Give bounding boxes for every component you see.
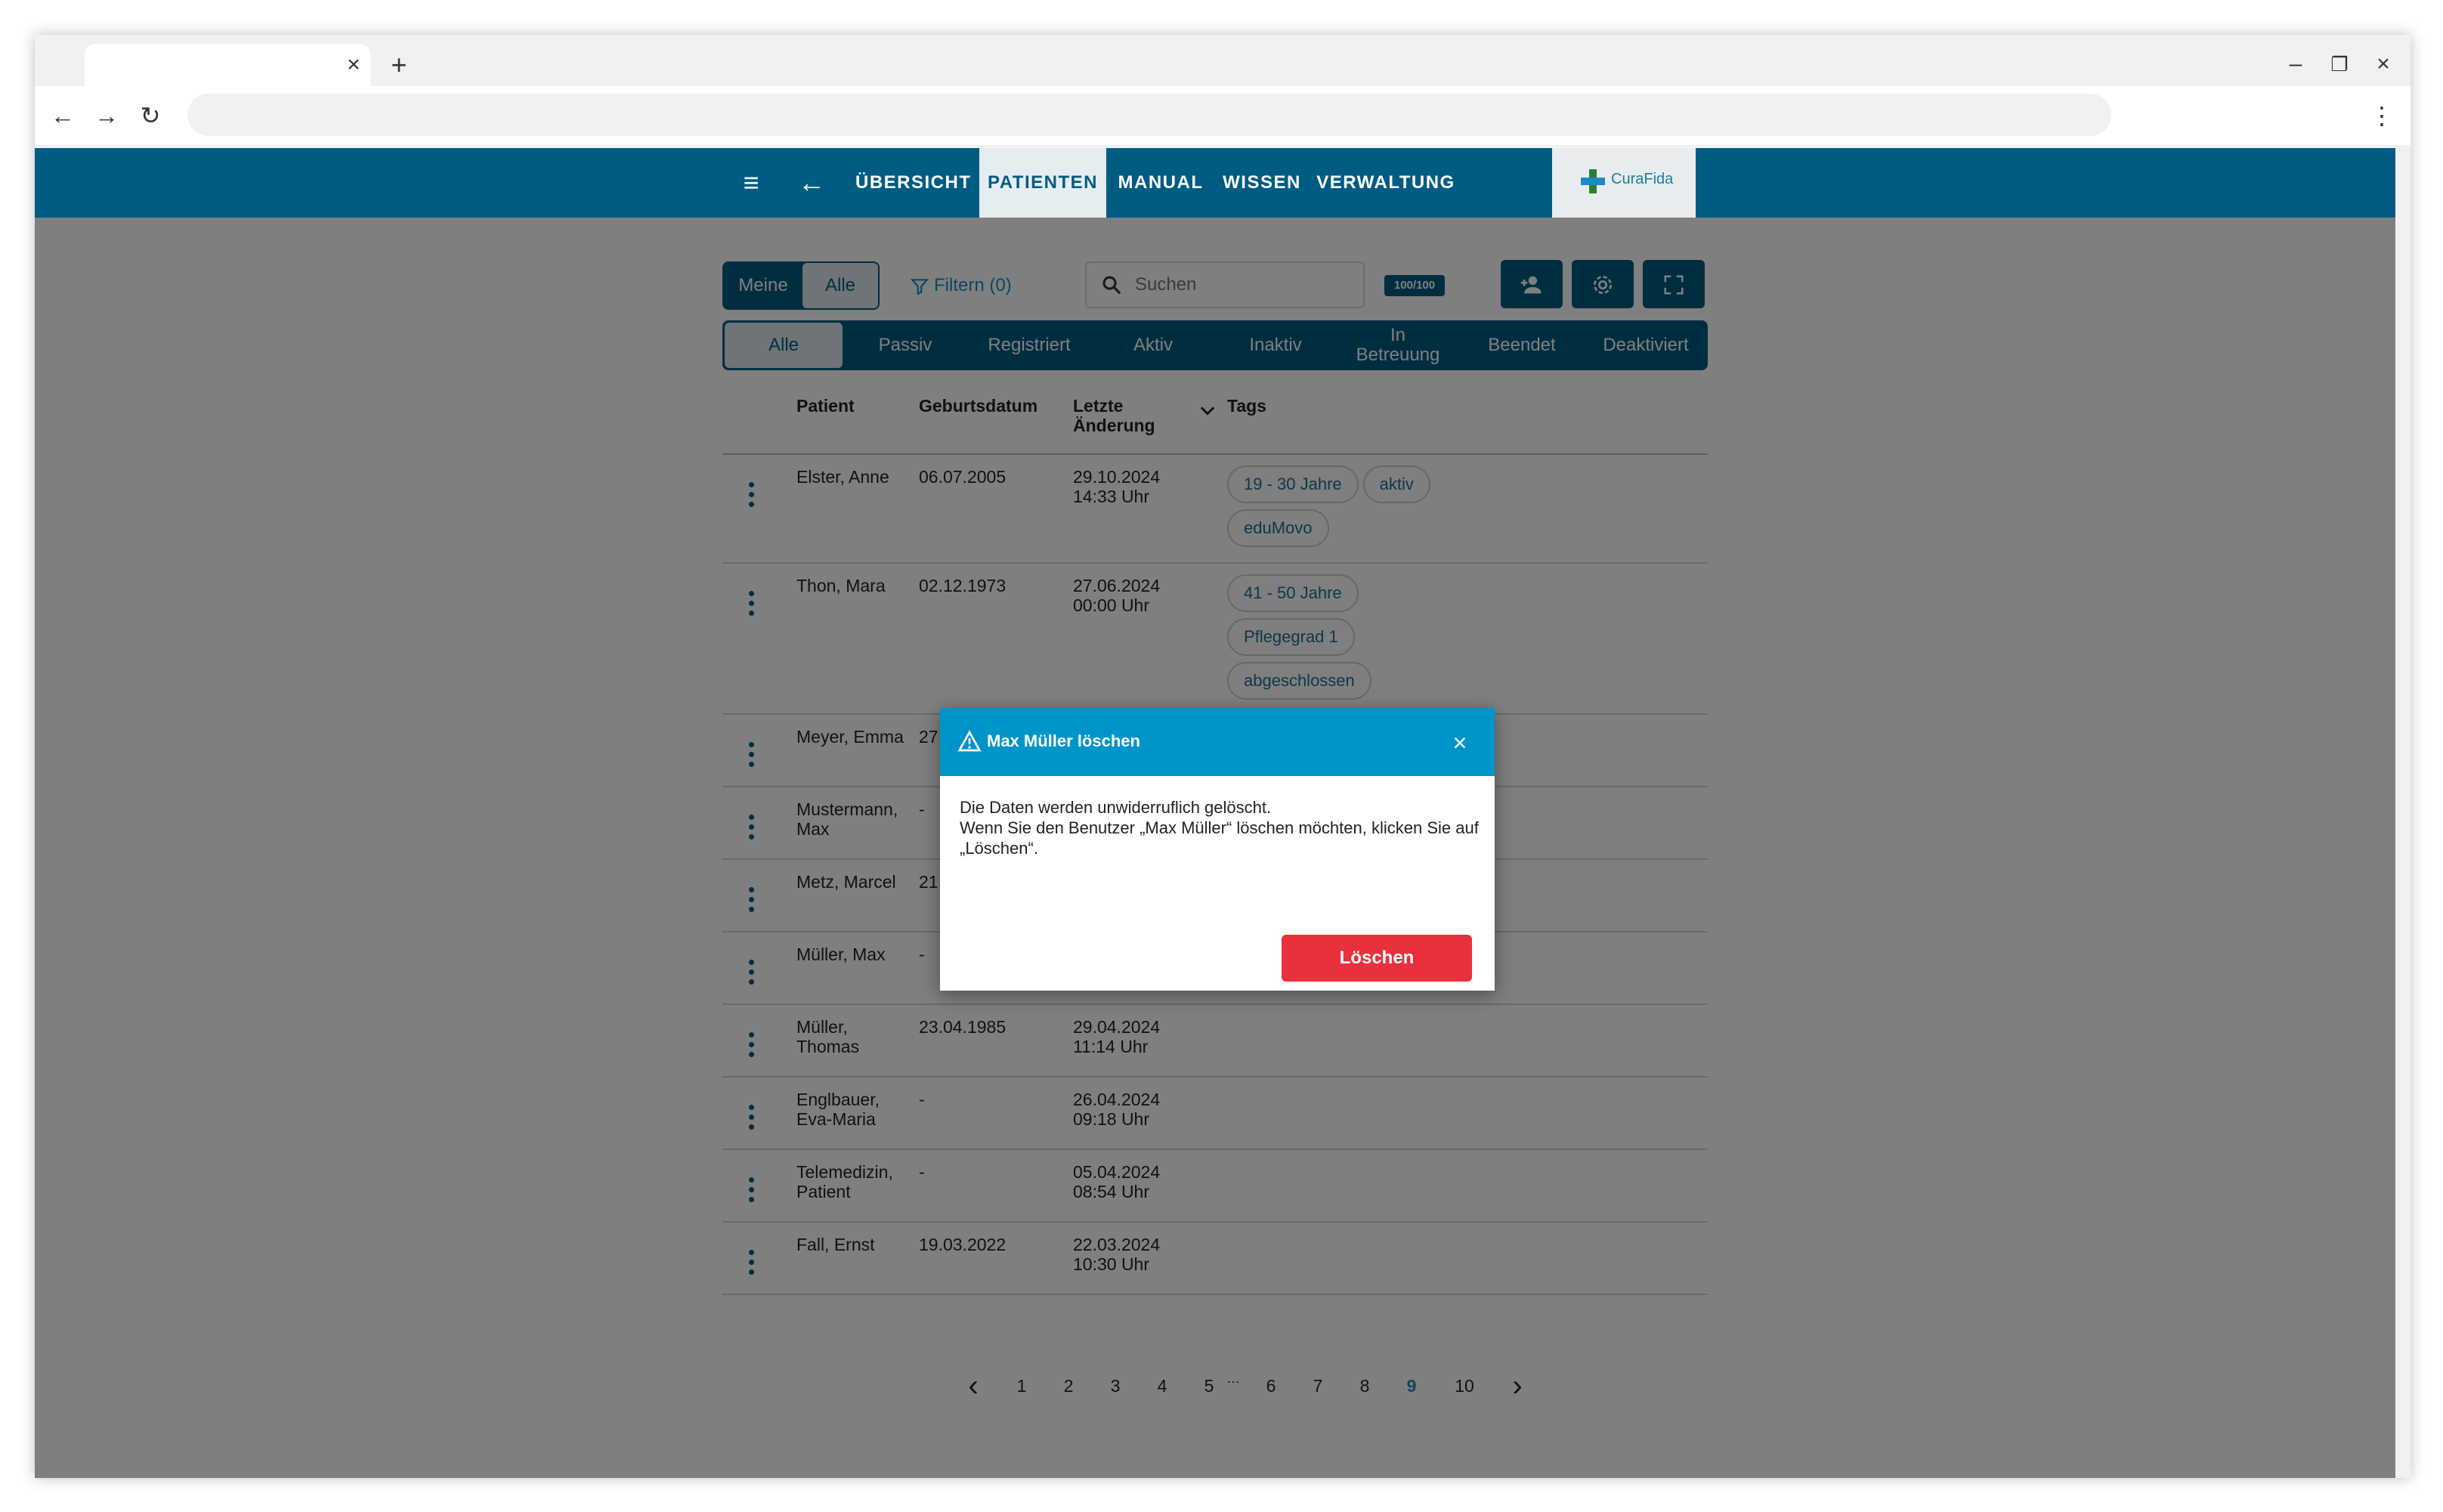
logo-cross-icon: [1581, 169, 1605, 193]
browser-window: × + – ❐ × ← → ↻ ⋮ ≡ ← ÜBERSICHT PATIENTE…: [35, 35, 2411, 1478]
nav-item-patienten[interactable]: PATIENTEN: [979, 148, 1106, 218]
tab-strip: × + – ❐ ×: [35, 35, 2411, 86]
nav-item-verwaltung[interactable]: VERWALTUNG: [1315, 148, 1457, 218]
back-nav-icon[interactable]: ←: [44, 97, 82, 135]
app-nav-bar: ≡ ← ÜBERSICHT PATIENTEN MANUAL WISSEN VE…: [35, 148, 2395, 218]
close-icon[interactable]: ×: [1445, 728, 1475, 758]
address-bar[interactable]: [187, 94, 2111, 136]
arrow-left-icon[interactable]: ←: [795, 166, 828, 199]
dialog-message-line-2: Wenn Sie den Benutzer „Max Müller“ lösch…: [960, 818, 1479, 858]
warning-icon: [957, 730, 982, 752]
browser-toolbar: ← → ↻ ⋮: [35, 86, 2411, 145]
nav-item-uebersicht[interactable]: ÜBERSICHT: [855, 148, 970, 218]
browser-tab[interactable]: [85, 44, 370, 86]
dialog-header: Max Müller löschen ×: [940, 708, 1495, 776]
nav-item-manual[interactable]: MANUAL: [1115, 148, 1206, 218]
delete-dialog: Max Müller löschen × Die Daten werden un…: [940, 708, 1495, 991]
logo-text: CuraFida: [1611, 171, 1674, 187]
page-viewport: ≡ ← ÜBERSICHT PATIENTEN MANUAL WISSEN VE…: [35, 148, 2395, 1478]
browser-menu-icon[interactable]: ⋮: [2367, 97, 2397, 135]
dialog-message: Die Daten werden unwiderruflich gelöscht…: [960, 797, 1481, 858]
minimize-icon[interactable]: –: [2273, 45, 2318, 83]
close-window-icon[interactable]: ×: [2361, 45, 2406, 83]
tab-close-icon[interactable]: ×: [339, 48, 369, 82]
dialog-message-line-1: Die Daten werden unwiderruflich gelöscht…: [960, 798, 1272, 817]
restore-icon[interactable]: ❐: [2317, 45, 2362, 83]
forward-nav-icon[interactable]: →: [88, 97, 125, 135]
hamburger-icon[interactable]: ≡: [736, 168, 766, 198]
reload-icon[interactable]: ↻: [131, 97, 169, 135]
delete-button[interactable]: Löschen: [1282, 935, 1472, 982]
dialog-title: Max Müller löschen: [987, 731, 1140, 750]
logo[interactable]: CuraFida: [1552, 148, 1696, 218]
nav-item-wissen[interactable]: WISSEN: [1218, 148, 1306, 218]
new-tab-icon[interactable]: +: [384, 48, 414, 82]
